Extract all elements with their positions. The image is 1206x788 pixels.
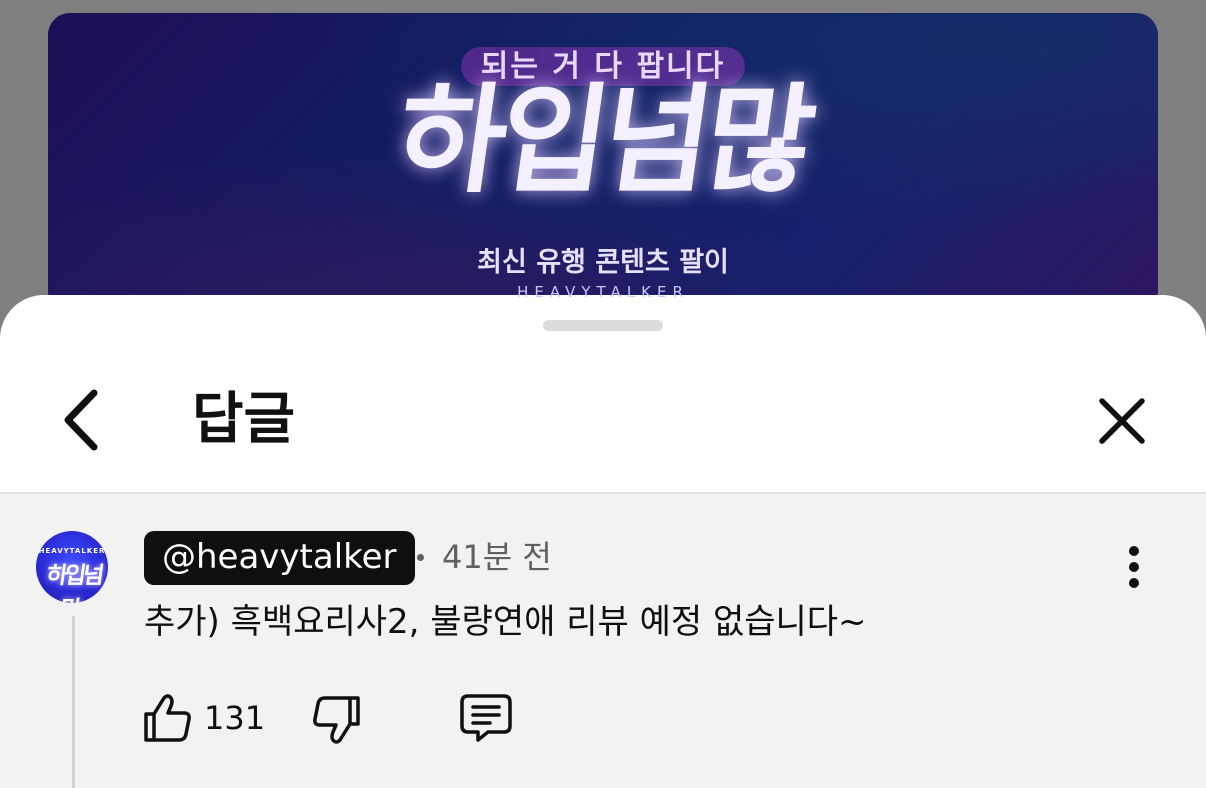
drag-handle[interactable] xyxy=(543,320,663,331)
sheet-title: 답글 xyxy=(192,387,296,452)
back-button[interactable] xyxy=(56,387,112,453)
author-handle[interactable]: @heavytalker xyxy=(144,531,415,585)
reply-button[interactable] xyxy=(458,690,514,746)
banner-logo: 하입넘많 xyxy=(388,71,818,209)
like-button[interactable] xyxy=(142,692,194,744)
video-player-background[interactable]: 되는 거 다 팝니다 하입넘많 최신 유행 콘텐츠 팔이 HEAVYTALKER xyxy=(48,13,1158,313)
comment-timestamp[interactable]: 41분 전 xyxy=(442,534,552,580)
chevron-left-icon xyxy=(64,389,98,451)
separator-dot xyxy=(417,554,424,561)
banner-brand: HEAVYTALKER xyxy=(517,283,689,301)
banner-subtitle: 최신 유행 콘텐츠 팔이 xyxy=(477,247,729,278)
avatar[interactable]: HEAVYTALKER 하입넘많 xyxy=(36,531,108,603)
avatar-logo: 하입넘많 xyxy=(44,563,104,603)
comment-item: HEAVYTALKER 하입넘많 @heavytalker 41분 전 추가) … xyxy=(0,494,1206,788)
thumbs-up-icon xyxy=(144,694,191,742)
sheet-header: 답글 xyxy=(0,295,1206,494)
close-button[interactable] xyxy=(1094,393,1150,449)
more-vert-icon xyxy=(1129,546,1139,588)
like-count: 131 xyxy=(204,699,266,737)
comment-actions: 131 xyxy=(0,690,1206,750)
comment-text: 추가) 흑백요리사2, 불량연애 리뷰 예정 없습니다~ xyxy=(144,602,867,642)
more-options-button[interactable] xyxy=(1114,543,1154,591)
replies-bottom-sheet: 답글 HEAVYTALKER 하입넘많 @heavytalker 41분 전 추… xyxy=(0,295,1206,788)
avatar-brand: HEAVYTALKER xyxy=(38,547,106,555)
reply-icon xyxy=(460,694,512,742)
close-icon xyxy=(1099,398,1145,444)
dislike-button[interactable] xyxy=(310,694,362,746)
thumbs-down-icon xyxy=(313,696,360,744)
